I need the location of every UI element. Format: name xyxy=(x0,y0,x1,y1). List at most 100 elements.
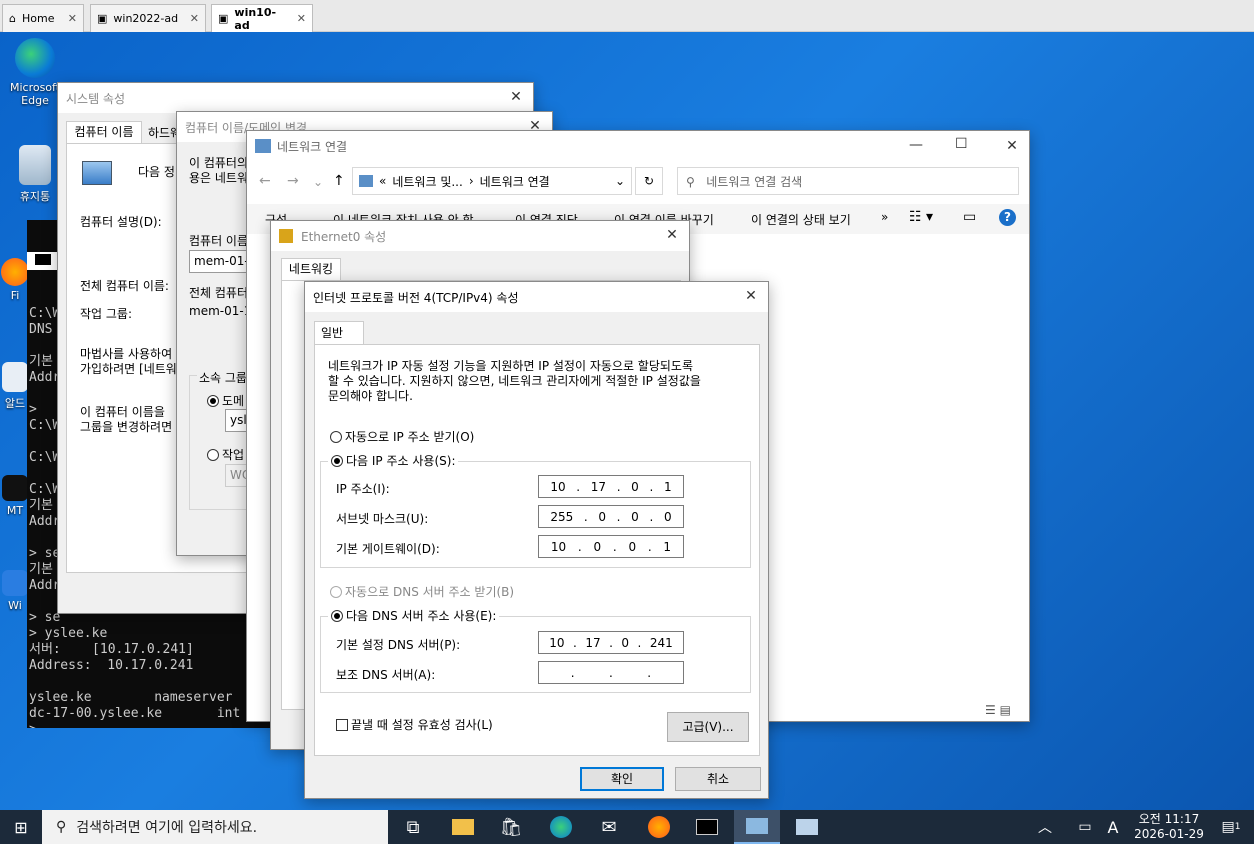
vm-tab-win2022-ad[interactable]: ▣ win2022-ad ✕ xyxy=(90,4,206,32)
tab-label: 컴퓨터 이름 xyxy=(74,125,134,139)
vm-tab-bar: ⌂ Home ✕ ▣ win2022-ad ✕ ▣ win10-ad ✕ xyxy=(0,0,1254,32)
checkbox-icon xyxy=(336,719,348,731)
network-connections-taskbar-icon[interactable] xyxy=(734,810,780,844)
ok-button[interactable]: 확인 xyxy=(580,767,664,791)
radio-label: 자동으로 IP 주소 받기(O) xyxy=(345,430,475,444)
close-icon[interactable]: ✕ xyxy=(190,12,199,25)
workgroup-radio[interactable]: 작업 xyxy=(207,446,244,463)
search-icon: ⚲ xyxy=(56,819,67,835)
view-options-icon[interactable]: ☷ ▾ xyxy=(909,209,933,225)
chevron-down-icon[interactable]: ⌄ xyxy=(615,174,625,188)
desktop-icon-ald[interactable]: 알드 xyxy=(0,362,30,411)
network-tray-icon[interactable]: ▭ xyxy=(1070,810,1100,844)
notification-icon[interactable]: ▤ 1 xyxy=(1208,810,1254,844)
app-icon xyxy=(2,570,28,596)
firefox-icon[interactable] xyxy=(636,810,682,844)
vm-tab-win10-ad[interactable]: ▣ win10-ad ✕ xyxy=(211,4,313,32)
manual-ip-radio[interactable]: 다음 IP 주소 사용(S): xyxy=(328,452,459,469)
close-icon[interactable]: ✕ xyxy=(505,87,527,107)
radio-icon xyxy=(330,586,342,598)
radio-icon xyxy=(331,610,343,622)
vm-tab-home[interactable]: ⌂ Home ✕ xyxy=(2,4,84,32)
tab-computer-name[interactable]: 컴퓨터 이름 xyxy=(66,121,142,143)
up-button[interactable]: ↑ xyxy=(333,173,345,189)
radio-icon xyxy=(331,455,343,467)
cmd-line: dc-17-00.yslee.ke int xyxy=(29,706,241,721)
desktop-icon-wi[interactable]: Wi xyxy=(0,570,30,612)
firefox-icon xyxy=(1,258,29,286)
desktop-icon-edge[interactable]: Microsoft Edge xyxy=(5,38,65,107)
edge-icon[interactable] xyxy=(538,810,584,844)
ip-address-input[interactable]: 10. 17. 0. 1 xyxy=(538,475,684,498)
preview-pane-icon[interactable]: ▭ xyxy=(963,209,976,225)
gateway-input[interactable]: 10. 0. 0. 1 xyxy=(538,535,684,558)
chevron-up-icon[interactable]: ︿ xyxy=(1022,810,1068,844)
back-button[interactable]: ← xyxy=(259,173,271,189)
wizard-text: 가입하려면 [네트워 xyxy=(80,362,177,376)
close-icon[interactable]: ✕ xyxy=(740,286,762,306)
ip-address-label: IP 주소(I): xyxy=(336,482,390,496)
octet: 1 xyxy=(663,479,672,494)
validate-checkbox[interactable]: 끝낼 때 설정 유효성 검사(L) xyxy=(336,716,493,733)
maximize-button[interactable]: ☐ xyxy=(955,136,968,152)
task-view-icon[interactable]: ⧉ xyxy=(390,810,436,844)
taskbar: ⊞ ⚲ 검색하려면 여기에 입력하세요. ⧉ 🛍 ✉ ︿ ▭ A 오전 11:17… xyxy=(0,810,1254,844)
manual-dns-radio[interactable]: 다음 DNS 서버 주소 사용(E): xyxy=(328,607,500,624)
window-title: 인터넷 프로토콜 버전 4(TCP/IPv4) 속성 xyxy=(313,290,519,305)
refresh-button[interactable]: ↻ xyxy=(635,167,663,195)
auto-ip-radio[interactable]: 자동으로 IP 주소 받기(O) xyxy=(330,428,474,445)
checkbox-label: 끝낼 때 설정 유효성 검사(L) xyxy=(351,718,493,732)
auto-dns-radio[interactable]: 자동으로 DNS 서버 주소 받기(B) xyxy=(330,583,514,600)
window-title: Ethernet0 속성 xyxy=(301,229,387,244)
domain-radio[interactable]: 도메 xyxy=(207,392,244,409)
close-icon[interactable]: ✕ xyxy=(68,12,77,25)
recent-locations-button[interactable]: ⌄ xyxy=(313,175,323,189)
subnet-mask-input[interactable]: 255. 0. 0. 0 xyxy=(538,505,684,528)
search-placeholder: 검색하려면 여기에 입력하세요. xyxy=(76,820,258,836)
cancel-button[interactable]: 취소 xyxy=(675,767,761,791)
close-icon[interactable]: ✕ xyxy=(661,225,683,245)
cmd-icon[interactable] xyxy=(684,810,730,844)
desktop-icon-firefox[interactable]: Fi xyxy=(0,258,30,302)
close-icon[interactable]: ✕ xyxy=(297,12,306,25)
intro-text: 용은 네트워 xyxy=(189,171,249,185)
window-title: 시스템 속성 xyxy=(66,91,126,106)
advanced-button[interactable]: 고급(V)... xyxy=(667,712,749,742)
app-icon xyxy=(2,362,28,392)
close-icon[interactable]: ✕ xyxy=(1001,136,1023,156)
forward-button[interactable]: → xyxy=(287,173,299,189)
details-view-icon[interactable]: ☰ ▤ xyxy=(985,703,1011,717)
store-icon[interactable]: 🛍 xyxy=(488,810,534,844)
view-status-button[interactable]: 이 연결의 상태 보기 xyxy=(751,211,851,228)
desktop-icon-recycle-bin[interactable]: 휴지통 xyxy=(5,145,65,204)
start-button[interactable]: ⊞ xyxy=(0,810,42,844)
alternate-dns-input[interactable]: ... xyxy=(538,661,684,684)
mail-icon[interactable]: ✉ xyxy=(586,810,632,844)
search-input[interactable]: ⚲ 네트워크 연결 검색 xyxy=(677,167,1019,195)
help-icon[interactable]: ? xyxy=(999,209,1016,226)
taskbar-search-box[interactable]: ⚲ 검색하려면 여기에 입력하세요. xyxy=(42,810,388,844)
computer-description-label: 컴퓨터 설명(D): xyxy=(80,215,162,229)
desktop-icon-label: Wi xyxy=(8,599,22,612)
minimize-button[interactable]: — xyxy=(909,137,923,153)
radio-label: 다음 DNS 서버 주소 사용(E): xyxy=(346,609,497,623)
window-title: 네트워크 연결 xyxy=(277,139,348,154)
octet: 0 xyxy=(628,539,637,554)
clock[interactable]: 오전 11:17 2026-01-29 xyxy=(1128,812,1210,842)
breadcrumb-item[interactable]: 네트워크 연결 xyxy=(480,173,550,190)
breadcrumb-item[interactable]: 네트워크 및... xyxy=(392,173,462,190)
file-explorer-icon[interactable] xyxy=(440,810,486,844)
desktop-icon-mt[interactable]: MT xyxy=(0,475,30,517)
search-icon: ⚲ xyxy=(686,175,695,189)
network-icon xyxy=(255,139,271,153)
vm-icon: ▣ xyxy=(97,12,108,25)
vm-tab-label: win2022-ad xyxy=(113,12,179,25)
tab-networking[interactable]: 네트워킹 xyxy=(281,258,341,280)
system-properties-taskbar-icon[interactable] xyxy=(784,810,830,844)
more-commands-button[interactable]: » xyxy=(881,210,888,224)
tab-general[interactable]: 일반 xyxy=(314,321,364,345)
chevron-right-icon: › xyxy=(468,174,474,188)
ime-indicator[interactable]: A xyxy=(1098,810,1128,844)
address-bar[interactable]: « 네트워크 및... › 네트워크 연결 ⌄ xyxy=(352,167,632,195)
preferred-dns-input[interactable]: 10. 17. 0. 241 xyxy=(538,631,684,654)
